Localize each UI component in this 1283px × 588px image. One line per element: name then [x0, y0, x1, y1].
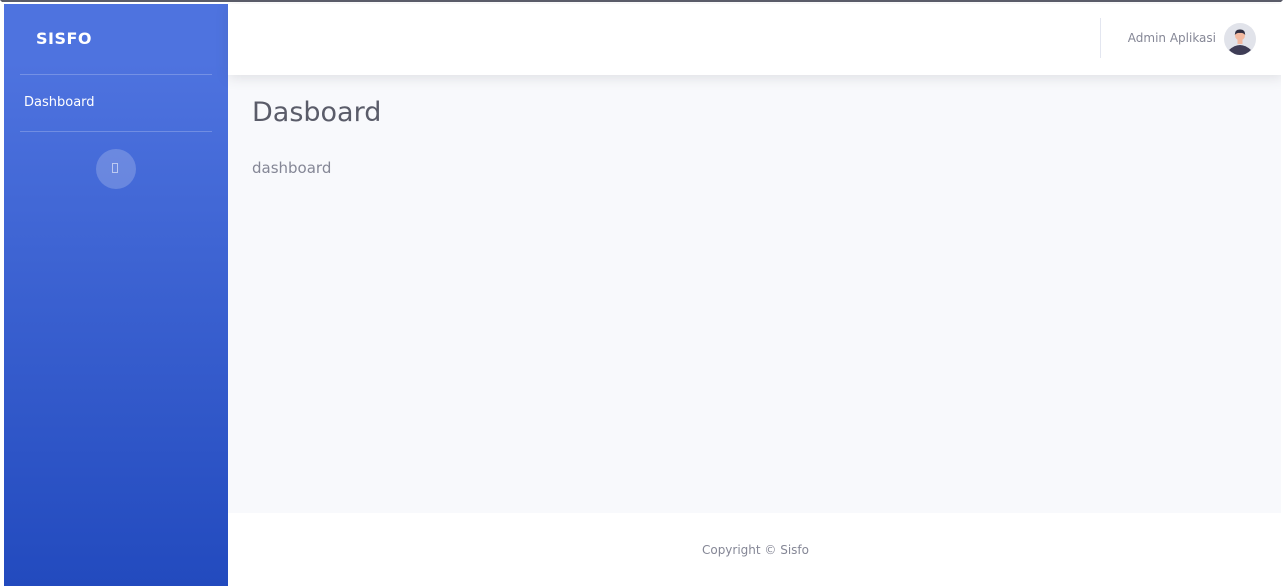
- sidebar-toggle-icon: [112, 163, 118, 173]
- sidebar-item-dashboard[interactable]: Dashboard: [24, 95, 95, 110]
- app-window: SISFO Dashboard Admin Aplikasi Dasboard …: [0, 0, 1283, 588]
- user-name[interactable]: Admin Aplikasi: [1128, 31, 1216, 45]
- sidebar-item-label: Dashboard: [24, 95, 95, 110]
- sidebar-divider: [20, 74, 212, 75]
- page-text: dashboard: [252, 159, 332, 177]
- footer: Copyright © Sisfo: [228, 513, 1281, 586]
- page-title: Dasboard: [252, 97, 382, 128]
- topbar: Admin Aplikasi: [228, 4, 1281, 75]
- sidebar: SISFO Dashboard: [4, 4, 228, 586]
- topbar-divider: [1100, 18, 1101, 58]
- main-content: Dasboard dashboard: [228, 75, 1281, 513]
- user-avatar-icon[interactable]: [1224, 23, 1256, 55]
- sidebar-toggle-button[interactable]: [96, 149, 136, 189]
- sidebar-divider: [20, 131, 212, 132]
- copyright-text: Copyright © Sisfo: [701, 543, 810, 557]
- sidebar-brand[interactable]: SISFO: [36, 29, 92, 48]
